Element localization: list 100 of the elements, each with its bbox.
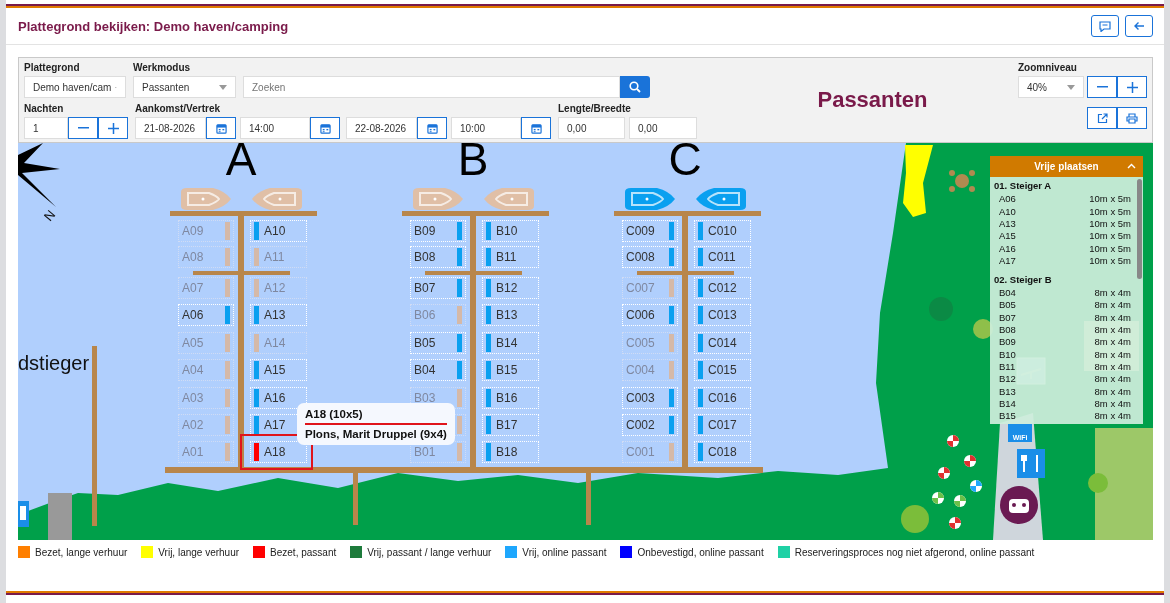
place-size: 8m x 4m [1094, 324, 1131, 336]
pier-label: B [456, 143, 490, 182]
calendar-button[interactable] [310, 117, 340, 139]
berth-slot[interactable]: B18 [482, 441, 539, 463]
date-field[interactable]: 22-08-2026 [346, 117, 417, 139]
back-button[interactable] [1125, 15, 1153, 37]
legend-label: Reserveringsproces nog niet afgerond, online passant [794, 546, 1035, 558]
berth-slot[interactable]: C003 [622, 387, 678, 409]
calendar-button[interactable] [417, 117, 447, 139]
robot-icon[interactable] [1000, 486, 1038, 524]
calendar-button[interactable] [521, 117, 551, 139]
berth-slot[interactable]: B17 [482, 414, 539, 436]
berth-slot[interactable]: C015 [694, 359, 751, 381]
berth-slot[interactable]: C006 [622, 304, 678, 326]
place-size: 8m x 4m [1094, 398, 1131, 409]
mode-heading: Passanten [816, 86, 928, 113]
legend-label: Vrij, passant / lange verhuur [367, 546, 492, 558]
place-code: B07 [999, 311, 1016, 323]
place-code: B15 [999, 410, 1016, 422]
place-code: A13 [999, 218, 1016, 230]
berth-slot[interactable]: B05 [410, 332, 466, 354]
zoom-select[interactable]: 40% [1018, 76, 1084, 98]
berth-slot[interactable]: B09 [410, 220, 466, 242]
berth-slot[interactable]: C002 [622, 414, 678, 436]
parasol-icon [938, 467, 950, 479]
berth-slot[interactable]: A10 [250, 220, 307, 242]
plus-icon [107, 122, 119, 134]
place-size: 10m x 5m [1089, 255, 1131, 266]
floorplan-select[interactable]: Demo haven/cam [24, 76, 126, 98]
place-code: B10 [999, 348, 1016, 360]
calendar-button[interactable] [206, 117, 236, 139]
place-size: 8m x 4m [1094, 287, 1131, 299]
legend-label: Vrij, online passant [522, 546, 607, 558]
berth-slot[interactable]: B15 [482, 359, 539, 381]
parasol-icon [970, 480, 982, 492]
legend-label: Bezet, lange verhuur [35, 546, 128, 558]
legend-label: Bezet, passant [270, 546, 337, 558]
place-code: B08 [999, 324, 1016, 336]
sand-drawing [903, 145, 933, 217]
berth-slot[interactable]: C018 [694, 441, 751, 463]
calendar-icon [530, 122, 542, 134]
print-button[interactable] [1117, 107, 1147, 129]
calendar-icon [426, 122, 438, 134]
berth-slot[interactable]: A06 [178, 304, 234, 326]
search-field[interactable]: Zoeken [243, 76, 620, 98]
time-field[interactable]: 10:00 [451, 117, 521, 139]
place-size: 8m x 4m [1094, 311, 1131, 323]
zoom-in-button[interactable] [1117, 76, 1147, 98]
berth-slot[interactable]: C012 [694, 277, 751, 299]
place-code: B04 [999, 287, 1016, 299]
parasol-icon [949, 517, 961, 529]
berth-slot[interactable]: B13 [482, 304, 539, 326]
decrease-button[interactable] [68, 117, 98, 139]
place-code: B12 [999, 373, 1016, 385]
berth-slot[interactable]: B07 [410, 277, 466, 299]
berth-slot[interactable]: C008 [622, 246, 678, 268]
field-label: Nachten [24, 103, 65, 115]
parasol-icon [964, 455, 976, 467]
time-field[interactable]: 14:00 [240, 117, 310, 139]
mode-select[interactable]: Passanten [133, 76, 236, 98]
berth-slot[interactable]: B14 [482, 332, 539, 354]
search-icon [629, 81, 641, 93]
place-code: A06 [999, 193, 1016, 205]
search-button[interactable] [620, 76, 650, 98]
place-code: A10 [999, 205, 1016, 217]
berth-slot[interactable]: A15 [250, 359, 307, 381]
nights-field[interactable]: 1 [24, 117, 68, 139]
berth-slot[interactable]: A13 [250, 304, 307, 326]
berth-slot[interactable]: C013 [694, 304, 751, 326]
comment-icon [1099, 20, 1111, 32]
place-size: 10m x 5m [1089, 242, 1131, 254]
place-size: 8m x 4m [1094, 348, 1131, 360]
berth-slot[interactable]: B11 [482, 246, 539, 268]
berth-slot[interactable]: C011 [694, 246, 751, 268]
info-sign-icon [18, 501, 29, 527]
place-size: 8m x 4m [1094, 336, 1131, 348]
berth-slot[interactable]: C009 [622, 220, 678, 242]
berth-slot[interactable]: B16 [482, 387, 539, 409]
width-field[interactable]: 0,00 [629, 117, 697, 139]
berth-slot[interactable]: C017 [694, 414, 751, 436]
place-size: 8m x 4m [1094, 299, 1131, 311]
zoom-out-button[interactable] [1087, 76, 1117, 98]
comment-button[interactable] [1091, 15, 1119, 37]
berth-slot[interactable]: C014 [694, 332, 751, 354]
berth-slot[interactable]: C016 [694, 387, 751, 409]
place-code: B14 [999, 398, 1016, 409]
increase-button[interactable] [98, 117, 128, 139]
length-field[interactable]: 0,00 [558, 117, 625, 139]
place-code: B05 [999, 299, 1016, 311]
berth-slot[interactable]: B08 [410, 246, 466, 268]
date-field[interactable]: 21-08-2026 [135, 117, 206, 139]
jetty-label: dstieger [18, 352, 90, 375]
berth-slot[interactable]: B12 [482, 277, 539, 299]
open-external-button[interactable] [1087, 107, 1117, 129]
berth-slot[interactable]: B10 [482, 220, 539, 242]
parasol-icon [932, 492, 944, 504]
berth-slot[interactable]: B04 [410, 359, 466, 381]
place-size: 10m x 5m [1089, 230, 1131, 242]
place-size: 10m x 5m [1089, 193, 1131, 205]
berth-slot[interactable]: C010 [694, 220, 751, 242]
